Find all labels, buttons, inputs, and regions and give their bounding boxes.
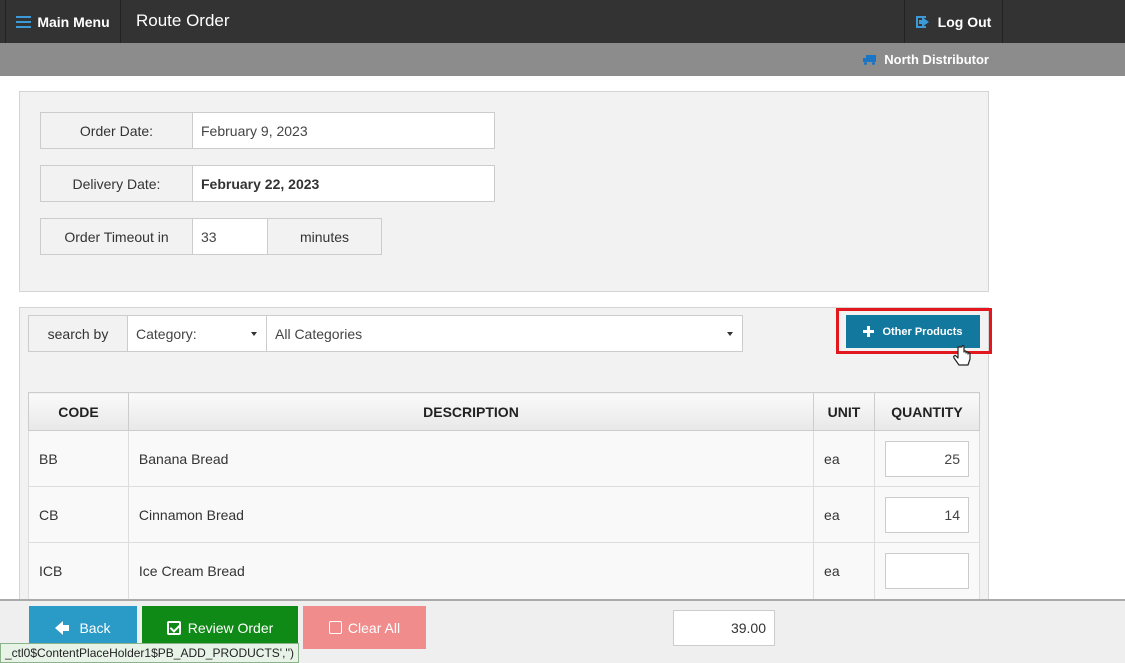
table-row: CB Cinnamon Bread ea 14 xyxy=(28,486,981,543)
timeout-value: 33 xyxy=(193,218,268,255)
delivery-date-label: Delivery Date: xyxy=(40,165,193,202)
row-code: CB xyxy=(28,486,129,543)
order-total: 39.00 xyxy=(673,610,775,646)
delivery-date-field[interactable]: February 22, 2023 xyxy=(193,165,495,202)
distributor-bar: North Distributor xyxy=(0,43,1125,76)
timeout-label: Order Timeout in xyxy=(40,218,193,255)
distributor-name: North Distributor xyxy=(884,52,989,67)
other-products-button[interactable]: Other Products xyxy=(846,315,980,348)
header-unit: UNIT xyxy=(813,392,875,431)
row-unit: ea xyxy=(813,430,875,487)
order-date-field: February 9, 2023 xyxy=(193,112,495,149)
header-quantity: QUANTITY xyxy=(873,392,981,431)
row-unit: ea xyxy=(813,542,875,599)
category-value: All Categories xyxy=(275,325,363,342)
row-description: Banana Bread xyxy=(128,430,815,487)
clear-all-label: Clear All xyxy=(347,619,401,636)
quantity-input[interactable]: 25 xyxy=(884,440,969,477)
quantity-input[interactable]: 14 xyxy=(884,496,969,533)
delivery-date-row: Delivery Date: February 22, 2023 xyxy=(40,165,495,202)
square-icon xyxy=(328,621,342,634)
logout-icon xyxy=(915,15,931,28)
search-field-select[interactable]: Category: xyxy=(128,315,267,352)
order-date-row: Order Date: February 9, 2023 xyxy=(40,112,495,149)
main-menu-label: Main Menu xyxy=(37,13,110,30)
table-header-row: CODE DESCRIPTION UNIT QUANTITY xyxy=(28,392,981,431)
search-field-value: Category: xyxy=(136,325,197,342)
clear-all-button[interactable]: Clear All xyxy=(303,606,426,649)
review-order-label: Review Order xyxy=(187,619,274,636)
status-bar-tooltip: _ctl0$ContentPlaceHolder1$PB_ADD_PRODUCT… xyxy=(0,643,299,663)
check-square-icon xyxy=(166,620,181,635)
main-menu-button[interactable]: Main Menu xyxy=(5,0,121,43)
row-description: Cinnamon Bread xyxy=(128,486,815,543)
row-code: ICB xyxy=(28,542,129,599)
header-description: DESCRIPTION xyxy=(127,392,815,431)
plus-icon xyxy=(863,326,875,337)
quantity-input[interactable] xyxy=(884,552,969,589)
chevron-down-icon xyxy=(251,332,257,336)
products-table: CODE DESCRIPTION UNIT QUANTITY BB Banana… xyxy=(28,392,981,599)
row-description: Ice Cream Bread xyxy=(128,542,815,599)
chevron-down-icon xyxy=(727,332,733,336)
row-unit: ea xyxy=(813,486,875,543)
timeout-row: Order Timeout in 33 minutes xyxy=(40,218,382,255)
row-code: BB xyxy=(28,430,129,487)
header-code: CODE xyxy=(28,392,129,431)
hamburger-icon xyxy=(16,15,32,28)
arrow-left-icon xyxy=(55,620,70,635)
logout-label: Log Out xyxy=(937,13,992,30)
order-date-label: Order Date: xyxy=(40,112,193,149)
distributor-link[interactable]: North Distributor xyxy=(863,43,989,76)
back-label: Back xyxy=(79,619,111,636)
table-row: ICB Ice Cream Bread ea xyxy=(28,542,981,599)
other-products-label: Other Products xyxy=(882,325,963,338)
truck-icon xyxy=(863,55,877,65)
search-by-label: search by xyxy=(28,315,128,352)
top-navbar: Main Menu Route Order Log Out xyxy=(0,0,1125,43)
search-row: search by Category: All Categories xyxy=(28,315,743,352)
logout-button[interactable]: Log Out xyxy=(904,0,1003,43)
page-title: Route Order xyxy=(136,11,230,30)
category-select[interactable]: All Categories xyxy=(267,315,743,352)
hand-cursor-icon xyxy=(953,345,971,366)
table-row: BB Banana Bread ea 25 xyxy=(28,430,981,487)
timeout-unit: minutes xyxy=(268,218,382,255)
